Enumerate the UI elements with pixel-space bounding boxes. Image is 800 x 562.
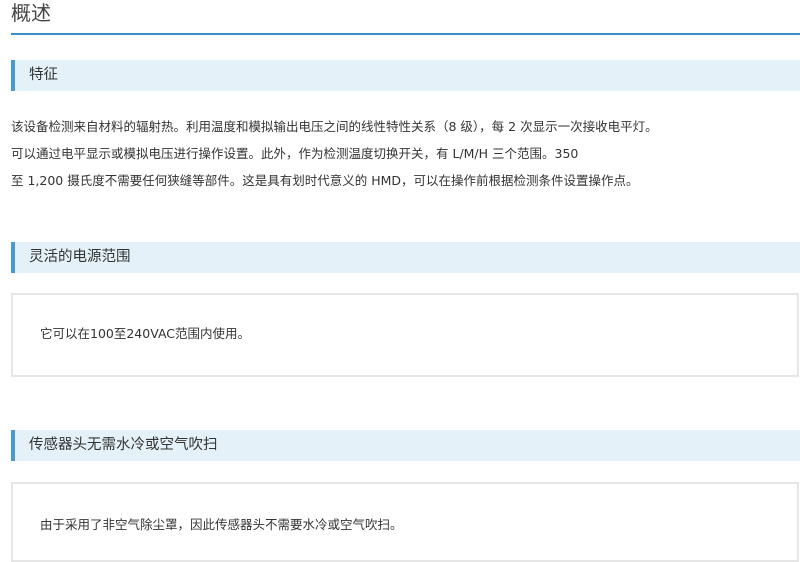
section-heading-power-range: 灵活的电源范围 (11, 242, 800, 273)
section-heading-sensor-head: 传感器头无需水冷或空气吹扫 (11, 430, 800, 461)
features-line-3: 至 1,200 摄氏度不需要任何狭缝等部件。这是具有划时代意义的 HMD，可以在… (11, 173, 639, 188)
power-range-text: 它可以在100至240VAC范围内使用。 (40, 326, 251, 341)
section-heading-features: 特征 (11, 60, 800, 91)
features-line-2: 可以通过电平显示或模拟电压进行操作设置。此外，作为检测温度切换开关，有 L/M/… (11, 146, 579, 161)
features-line-1: 该设备检测来自材料的辐射热。利用温度和模拟输出电压之间的线性特性关系（8 级），… (11, 119, 658, 134)
title-divider (11, 33, 800, 35)
page-title: 概述 (11, 1, 51, 25)
sensor-head-box: 由于采用了非空气除尘罩，因此传感器头不需要水冷或空气吹扫。 (11, 482, 799, 562)
power-range-box: 它可以在100至240VAC范围内使用。 (11, 293, 799, 377)
features-paragraph: 该设备检测来自材料的辐射热。利用温度和模拟输出电压之间的线性特性关系（8 级），… (11, 113, 796, 194)
sensor-head-text: 由于采用了非空气除尘罩，因此传感器头不需要水冷或空气吹扫。 (40, 517, 403, 532)
